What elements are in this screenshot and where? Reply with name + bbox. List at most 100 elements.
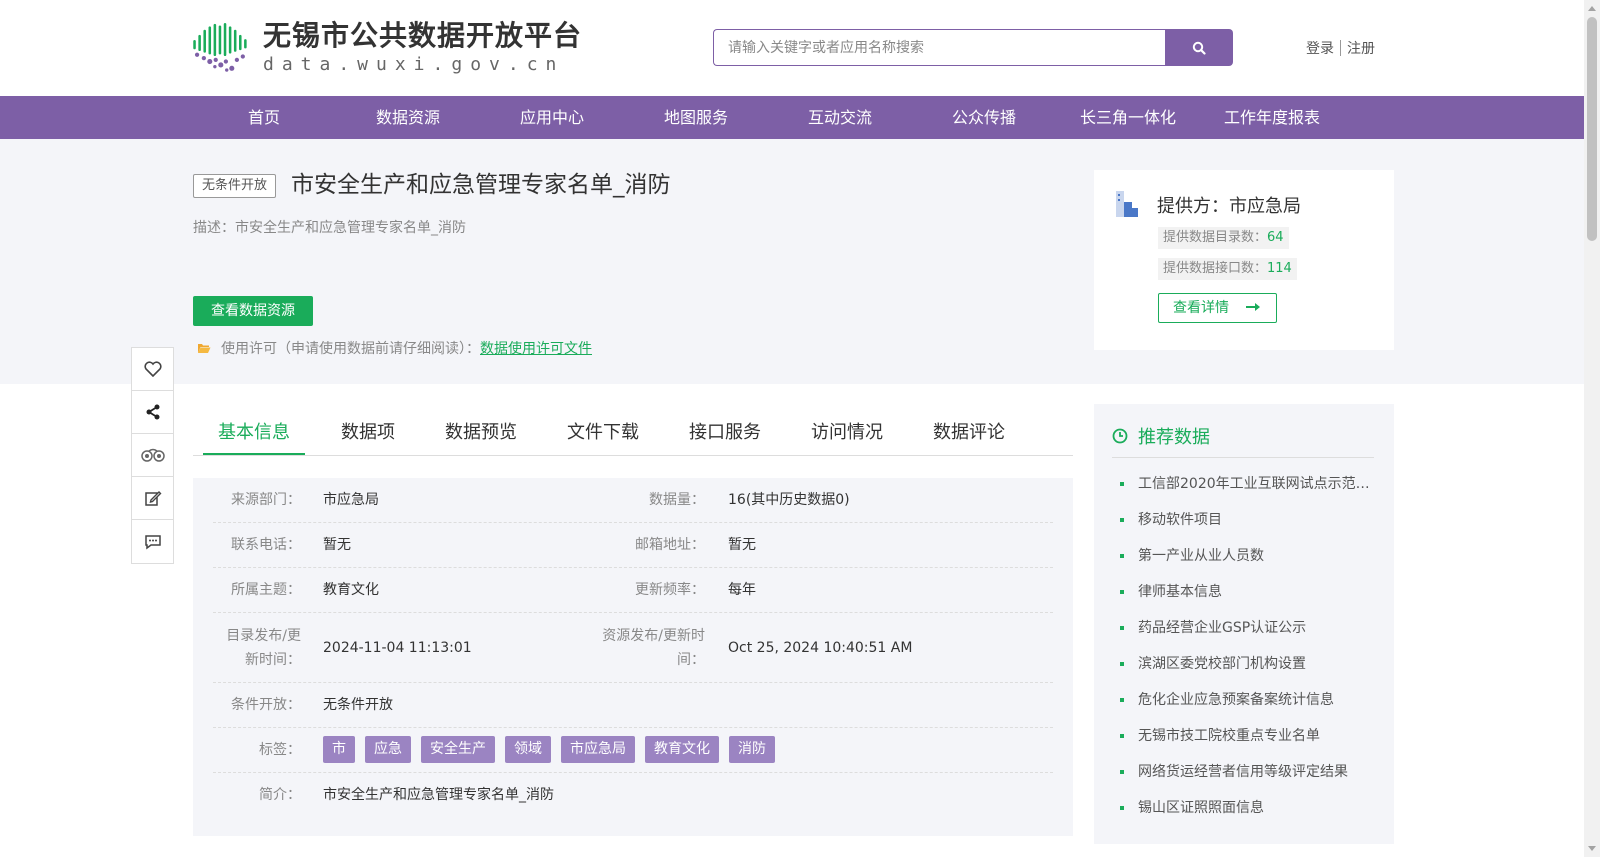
tag[interactable]: 市应急局 bbox=[561, 736, 635, 763]
recommend-panel: 推荐数据 工信部2020年工业互联网试点示范项目名单 移动软件项目 第一产业从业… bbox=[1094, 404, 1394, 844]
tag[interactable]: 教育文化 bbox=[645, 736, 719, 763]
nav-item-annual-report[interactable]: 工作年度报表 bbox=[1200, 96, 1344, 139]
recommend-item[interactable]: 锡山区证照照面信息 bbox=[1112, 790, 1374, 826]
recommend-item[interactable]: 律师基本信息 bbox=[1112, 574, 1374, 610]
catalog-count-label: 提供数据目录数： bbox=[1163, 230, 1268, 245]
provider-detail-button[interactable]: 查看详情 bbox=[1158, 293, 1277, 323]
nav-item-app-center[interactable]: 应用中心 bbox=[480, 96, 624, 139]
recommend-item[interactable]: 网络货运经营者信用等级评定结果 bbox=[1112, 754, 1374, 790]
page-scrollbar[interactable] bbox=[1584, 0, 1600, 857]
license-label: 使用许可（申请使用数据前请仔细阅读）： bbox=[221, 341, 480, 357]
recommend-item[interactable]: 无锡市技工院校重点专业名单 bbox=[1112, 718, 1374, 754]
search-icon bbox=[1192, 41, 1206, 55]
view-data-resource-button[interactable]: 查看数据资源 bbox=[193, 296, 313, 326]
catalog-time-label-line1: 目录发布/更 bbox=[226, 628, 301, 644]
info-row: 标签： 市应急 安全生产 领域 市应急局 教育文化 消防 bbox=[213, 728, 1053, 773]
recommend-item[interactable]: 滨湖区委党校部门机构设置 bbox=[1112, 646, 1374, 682]
recommend-item[interactable]: 工信部2020年工业互联网试点示范项目名单 bbox=[1112, 466, 1374, 502]
main-nav: 首页 数据资源 应用中心 地图服务 互动交流 公众传播 长三角一体化 工作年度报… bbox=[0, 96, 1584, 139]
source-value: 市应急局 bbox=[323, 492, 379, 508]
open-type-badge: 无条件开放 bbox=[193, 174, 277, 198]
scroll-up-arrow-icon[interactable] bbox=[1584, 0, 1600, 16]
catalog-count-value: 64 bbox=[1267, 230, 1284, 245]
catalog-time-value: 2024-11-04 11:13:01 bbox=[323, 640, 472, 656]
email-label: 邮箱地址： bbox=[635, 537, 705, 553]
tab-data-comments[interactable]: 数据评论 bbox=[919, 412, 1019, 455]
provider-title: 提供方：市应急局 bbox=[1157, 196, 1301, 217]
api-count-label: 提供数据接口数： bbox=[1163, 261, 1268, 276]
recommend-item[interactable]: 危化企业应急预案备案统计信息 bbox=[1112, 682, 1374, 718]
api-count-value: 114 bbox=[1267, 261, 1292, 276]
login-link[interactable]: 登录 bbox=[1306, 38, 1334, 58]
condition-label: 条件开放： bbox=[231, 697, 301, 713]
condition-value: 无条件开放 bbox=[323, 697, 393, 713]
recommend-title: 推荐数据 bbox=[1138, 426, 1210, 448]
recommend-item-label: 药品经营企业GSP认证公示 bbox=[1138, 620, 1307, 636]
detail-tabs: 基本信息 数据项 数据预览 文件下载 接口服务 访问情况 数据评论 bbox=[193, 412, 1073, 456]
info-row: 来源部门： 市应急局 数据量： 16(其中历史数据0) bbox=[213, 478, 1053, 523]
dataset-description: 描述：市安全生产和应急管理专家名单_消防 bbox=[193, 220, 466, 236]
summary-value: 市安全生产和应急管理专家名单_消防 bbox=[323, 787, 554, 803]
scroll-down-arrow-icon[interactable] bbox=[1584, 841, 1600, 857]
volume-value: 16(其中历史数据0) bbox=[728, 492, 850, 508]
share-icon bbox=[146, 404, 159, 420]
recommend-item-label: 网络货运经营者信用等级评定结果 bbox=[1138, 764, 1348, 780]
feedback-button[interactable] bbox=[132, 477, 173, 520]
info-row: 简介： 市安全生产和应急管理专家名单_消防 bbox=[213, 773, 1053, 818]
tab-data-preview[interactable]: 数据预览 bbox=[431, 412, 531, 455]
phone-label: 联系电话： bbox=[231, 537, 301, 553]
binoculars-icon bbox=[140, 448, 165, 462]
provider-detail-label: 查看详情 bbox=[1173, 300, 1229, 316]
recommend-item-label: 危化企业应急预案备案统计信息 bbox=[1138, 692, 1334, 708]
auth-links: 登录 注册 bbox=[1306, 38, 1375, 58]
nav-item-yangtze-delta[interactable]: 长三角一体化 bbox=[1056, 96, 1200, 139]
tag[interactable]: 应急 bbox=[365, 736, 411, 763]
nav-item-data-resources[interactable]: 数据资源 bbox=[336, 96, 480, 139]
resource-time-label-line1: 资源发布/更新时 bbox=[602, 628, 705, 644]
frequency-label: 更新频率： bbox=[635, 582, 705, 598]
favorite-button[interactable] bbox=[132, 348, 173, 391]
bullet-icon bbox=[1120, 626, 1124, 630]
recommend-item-label: 工信部2020年工业互联网试点示范项目名单 bbox=[1138, 476, 1374, 492]
catalog-time-label-line2: 新时间： bbox=[245, 652, 301, 668]
theme-label: 所属主题： bbox=[231, 582, 301, 598]
nav-item-map-service[interactable]: 地图服务 bbox=[624, 96, 768, 139]
tag[interactable]: 安全生产 bbox=[421, 736, 495, 763]
tab-access-stats[interactable]: 访问情况 bbox=[797, 412, 897, 455]
scrollbar-thumb[interactable] bbox=[1587, 17, 1597, 241]
tag-list: 市应急 安全生产 领域 市应急局 教育文化 消防 bbox=[323, 736, 785, 763]
recommend-item[interactable]: 第一产业从业人员数 bbox=[1112, 538, 1374, 574]
recommend-item-label: 滨湖区委党校部门机构设置 bbox=[1138, 656, 1306, 672]
recommend-item[interactable]: 药品经营企业GSP认证公示 bbox=[1112, 610, 1374, 646]
provider-card: 提供方：市应急局 提供数据目录数：64 提供数据接口数：114 查看详情 bbox=[1094, 170, 1394, 350]
tab-data-items[interactable]: 数据项 bbox=[327, 412, 409, 455]
register-link[interactable]: 注册 bbox=[1347, 38, 1375, 58]
comment-button[interactable] bbox=[132, 520, 173, 563]
share-button[interactable] bbox=[132, 391, 173, 434]
tab-api-service[interactable]: 接口服务 bbox=[675, 412, 775, 455]
tag[interactable]: 领域 bbox=[505, 736, 551, 763]
edit-icon bbox=[144, 491, 161, 506]
nav-item-home[interactable]: 首页 bbox=[192, 96, 336, 139]
license-file-link[interactable]: 数据使用许可文件 bbox=[480, 338, 592, 358]
summary-label: 简介： bbox=[259, 787, 301, 803]
bullet-icon bbox=[1120, 590, 1124, 594]
recommend-item[interactable]: 移动软件项目 bbox=[1112, 502, 1374, 538]
subscribe-button[interactable] bbox=[132, 434, 173, 477]
tab-file-download[interactable]: 文件下载 bbox=[553, 412, 653, 455]
basic-info-table: 来源部门： 市应急局 数据量： 16(其中历史数据0) 联系电话： 暂无 邮箱地… bbox=[193, 478, 1073, 836]
search-button[interactable] bbox=[1165, 29, 1233, 66]
tag[interactable]: 市 bbox=[323, 736, 355, 763]
nav-item-public-communication[interactable]: 公众传播 bbox=[912, 96, 1056, 139]
side-toolbar bbox=[131, 347, 174, 564]
bullet-icon bbox=[1120, 554, 1124, 558]
volume-label: 数据量： bbox=[649, 492, 705, 508]
search-input[interactable] bbox=[713, 29, 1165, 66]
nav-item-interaction[interactable]: 互动交流 bbox=[768, 96, 912, 139]
provider-building-icon bbox=[1116, 191, 1138, 217]
tag[interactable]: 消防 bbox=[729, 736, 775, 763]
header: 无锡市公共数据开放平台 data.wuxi.gov.cn 登录 注册 bbox=[0, 0, 1584, 96]
resource-time-label-line2: 间： bbox=[677, 652, 705, 668]
tab-basic-info[interactable]: 基本信息 bbox=[203, 412, 305, 455]
site-logo[interactable]: 无锡市公共数据开放平台 data.wuxi.gov.cn bbox=[192, 18, 582, 78]
